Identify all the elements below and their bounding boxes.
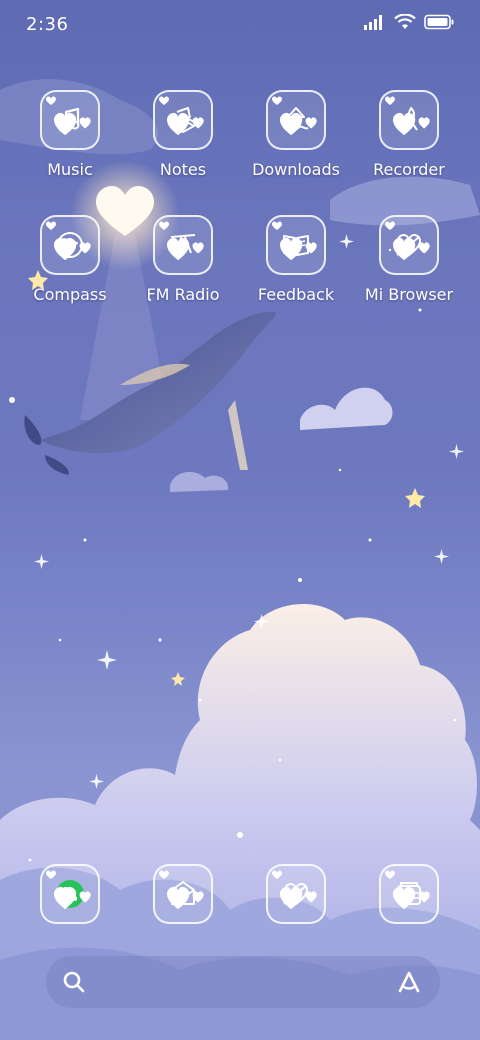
heart-decor-icon	[159, 870, 169, 879]
heart-decor-icon	[46, 221, 56, 230]
app-label: FM Radio	[146, 285, 220, 304]
heart-decor-icon	[167, 112, 204, 136]
app-mi-browser[interactable]: Mi Browser	[353, 215, 465, 304]
heart-decor-icon	[54, 112, 91, 136]
app-icon-frame[interactable]	[379, 864, 439, 924]
app-icon-frame[interactable]	[153, 864, 213, 924]
heart-decor-icon	[393, 886, 430, 910]
dock-messages[interactable]	[127, 864, 239, 924]
heart-decor-icon	[159, 221, 169, 230]
heart-decor-icon	[167, 886, 204, 910]
heart-decor-icon	[272, 870, 282, 879]
heart-decor-icon	[54, 886, 91, 910]
heart-decor-icon	[385, 221, 395, 230]
app-icon-frame[interactable]	[266, 215, 326, 275]
heart-decor-icon	[385, 870, 395, 879]
app-label: Notes	[159, 160, 207, 179]
app-icon-frame[interactable]	[40, 215, 100, 275]
app-fm-radio[interactable]: FM Radio	[127, 215, 239, 304]
app-label: Feedback	[257, 285, 335, 304]
heart-decor-icon	[393, 237, 430, 261]
heart-decor-icon	[280, 112, 317, 136]
app-label: Recorder	[373, 160, 445, 179]
app-notes[interactable]: Notes	[127, 90, 239, 179]
heart-decor-icon	[46, 96, 56, 105]
heart-decor-icon	[272, 221, 282, 230]
app-icon-frame[interactable]	[40, 864, 100, 924]
status-icons	[364, 14, 454, 30]
heart-decor-icon	[385, 96, 395, 105]
heart-decor-icon	[393, 112, 430, 136]
dock-browser[interactable]	[240, 864, 352, 924]
app-feedback[interactable]: Feedback	[240, 215, 352, 304]
app-icon-frame[interactable]	[153, 215, 213, 275]
app-icon-frame[interactable]	[266, 864, 326, 924]
wifi-icon	[394, 14, 416, 29]
app-label: Downloads	[252, 160, 340, 179]
app-label: Compass	[33, 285, 107, 304]
assistant-icon[interactable]	[396, 969, 422, 995]
app-icon-frame[interactable]	[379, 215, 439, 275]
heart-decor-icon	[280, 237, 317, 261]
signal-icon	[364, 15, 382, 30]
app-compass[interactable]: Compass	[14, 215, 126, 304]
dock-gallery[interactable]	[353, 864, 465, 924]
app-downloads[interactable]: Downloads	[240, 90, 352, 179]
status-time: 2:36	[26, 14, 69, 35]
app-label: Mi Browser	[364, 285, 454, 304]
app-icon-frame[interactable]	[153, 90, 213, 150]
app-label: Music	[47, 160, 93, 179]
heart-decor-icon	[46, 870, 56, 879]
dock-phone[interactable]	[14, 864, 126, 924]
app-icon-frame[interactable]	[379, 90, 439, 150]
heart-decor-icon	[167, 237, 204, 261]
app-recorder[interactable]: Recorder	[353, 90, 465, 179]
status-bar: 2:36	[0, 0, 480, 50]
search-bar[interactable]	[46, 956, 440, 1008]
heart-decor-icon	[54, 237, 91, 261]
search-icon[interactable]	[62, 970, 86, 994]
app-icon-frame[interactable]	[40, 90, 100, 150]
app-icon-frame[interactable]	[266, 90, 326, 150]
heart-decor-icon	[280, 886, 317, 910]
heart-decor-icon	[272, 96, 282, 105]
battery-icon	[424, 14, 454, 30]
heart-decor-icon	[159, 96, 169, 105]
app-music[interactable]: Music	[14, 90, 126, 179]
